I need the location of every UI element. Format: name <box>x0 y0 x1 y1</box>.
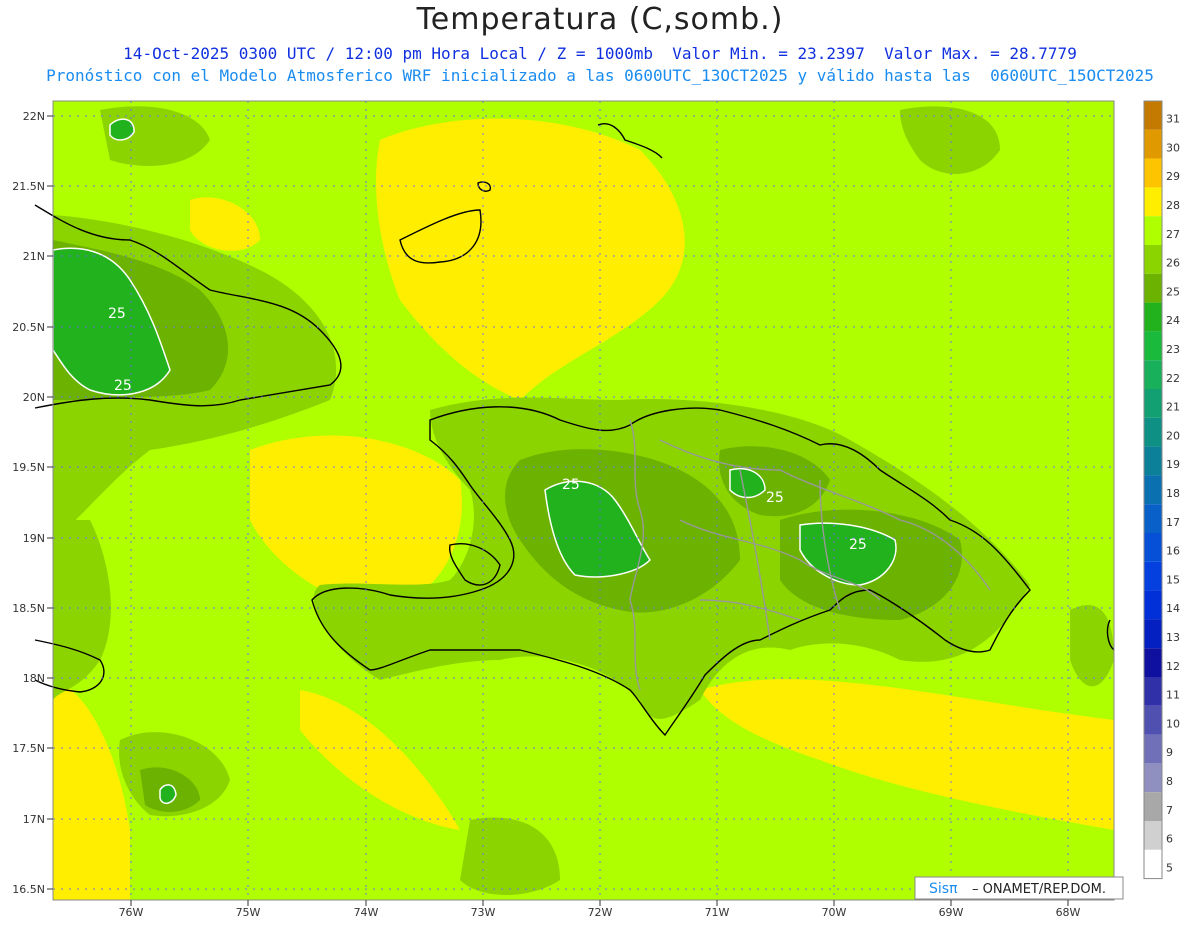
colorbar-swatch <box>1144 389 1162 418</box>
colorbar-swatch <box>1144 677 1162 706</box>
colorbar-label: 28 <box>1166 199 1180 212</box>
colorbar-label: 9 <box>1166 746 1173 759</box>
lat-ticks <box>47 115 53 890</box>
colorbar-swatch <box>1144 849 1162 879</box>
colorbar-label: 31 <box>1166 113 1180 126</box>
lon-label: 69W <box>939 906 964 919</box>
lon-label: 70W <box>822 906 847 919</box>
colorbar-label: 29 <box>1166 170 1180 183</box>
colorbar-swatch <box>1144 648 1162 677</box>
credit-text: – ONAMET/REP.DOM. <box>972 882 1106 897</box>
colorbar-label: 24 <box>1166 314 1180 327</box>
colorbar-swatch <box>1144 475 1162 505</box>
colorbar-label: 19 <box>1166 458 1180 471</box>
colorbar-label: 6 <box>1166 833 1173 846</box>
colorbar-label: 25 <box>1166 285 1180 298</box>
colorbar-label: 18 <box>1166 487 1180 500</box>
colorbar-swatch <box>1144 734 1162 764</box>
lon-labels: 76W 75W 74W 73W 72W 71W 70W 69W 68W <box>119 906 1081 919</box>
colorbar-swatch <box>1144 216 1162 245</box>
colorbar-label: 11 <box>1166 689 1180 702</box>
colorbar-label: 16 <box>1166 545 1180 558</box>
lat-labels: 22N 21.5N 21N 20.5N 20N 19.5N 19N 18.5N … <box>12 110 45 896</box>
lon-label: 73W <box>471 906 496 919</box>
colorbar-swatch <box>1144 763 1162 793</box>
map-field <box>53 101 1114 900</box>
colorbar-label: 20 <box>1166 429 1180 442</box>
colorbar-swatch <box>1144 129 1162 159</box>
credit-logo: Sisπ <box>929 881 958 897</box>
colorbar-swatch <box>1144 417 1162 447</box>
colorbar-label: 5 <box>1166 861 1173 874</box>
colorbar-swatch <box>1144 792 1162 821</box>
colorbar-swatch <box>1144 561 1162 591</box>
colorbar-swatch <box>1144 273 1162 303</box>
colorbar-label: 27 <box>1166 228 1180 241</box>
colorbar-swatch <box>1144 446 1162 476</box>
lon-label: 71W <box>705 906 730 919</box>
colorbar-label: 15 <box>1166 573 1180 586</box>
lat-label: 19.5N <box>12 461 45 474</box>
lat-label: 17.5N <box>12 742 45 755</box>
lat-label: 22N <box>23 110 45 123</box>
colorbar-swatch <box>1144 619 1162 649</box>
contour-label: 25 <box>114 378 132 394</box>
colorbar-swatch <box>1144 533 1162 562</box>
lat-label: 21.5N <box>12 180 45 193</box>
colorbar-swatch <box>1144 360 1162 389</box>
colorbar-label: 13 <box>1166 631 1180 644</box>
map-canvas: 25 25 25 25 25 22N 21.5N 21N 20.5N 20N 1… <box>12 100 1180 919</box>
colorbar-label: 7 <box>1166 804 1173 817</box>
credit-box: Sisπ – ONAMET/REP.DOM. <box>914 876 1124 900</box>
lat-label: 16.5N <box>12 883 45 896</box>
colorbar-swatch <box>1144 101 1162 130</box>
lon-label: 74W <box>354 906 379 919</box>
lon-label: 75W <box>236 906 261 919</box>
colorbar-label: 10 <box>1166 717 1180 730</box>
colorbar-swatch <box>1144 158 1162 188</box>
contour-label: 25 <box>562 477 580 493</box>
lat-label: 18N <box>23 672 45 685</box>
colorbar-label: 22 <box>1166 372 1180 385</box>
lon-ticks <box>130 900 1069 906</box>
lat-label: 21N <box>23 250 45 263</box>
colorbar-swatch <box>1144 705 1162 735</box>
colorbar-label: 14 <box>1166 602 1180 615</box>
colorbar-swatch <box>1144 821 1162 850</box>
contour-label: 25 <box>766 490 784 506</box>
lon-label: 68W <box>1056 906 1081 919</box>
colorbar-swatch <box>1144 590 1162 620</box>
colorbar-swatch <box>1144 331 1162 361</box>
lat-label: 17N <box>23 813 45 826</box>
colorbar-swatch <box>1144 187 1162 217</box>
colorbar-label: 21 <box>1166 401 1180 414</box>
colorbar-label: 17 <box>1166 516 1180 529</box>
colorbar-label: 30 <box>1166 141 1180 154</box>
colorbar-swatch <box>1144 245 1162 274</box>
colorbar-label: 23 <box>1166 343 1180 356</box>
lat-label: 18.5N <box>12 602 45 615</box>
contour-label: 25 <box>849 537 867 553</box>
colorbar-label: 26 <box>1166 257 1180 270</box>
colorbar-swatch <box>1144 302 1162 332</box>
colorbar-label: 12 <box>1166 660 1180 673</box>
contour-label: 25 <box>108 306 126 322</box>
colorbar: 31 30 29 28 27 26 25 24 23 22 21 20 19 18 17 16 15 14 13 12… <box>1143 100 1180 880</box>
colorbar-swatch <box>1144 504 1162 533</box>
lat-label: 20N <box>23 391 45 404</box>
lat-label: 19N <box>23 532 45 545</box>
lat-label: 20.5N <box>12 321 45 334</box>
lon-label: 76W <box>119 906 144 919</box>
lon-label: 72W <box>588 906 613 919</box>
colorbar-label: 8 <box>1166 775 1173 788</box>
